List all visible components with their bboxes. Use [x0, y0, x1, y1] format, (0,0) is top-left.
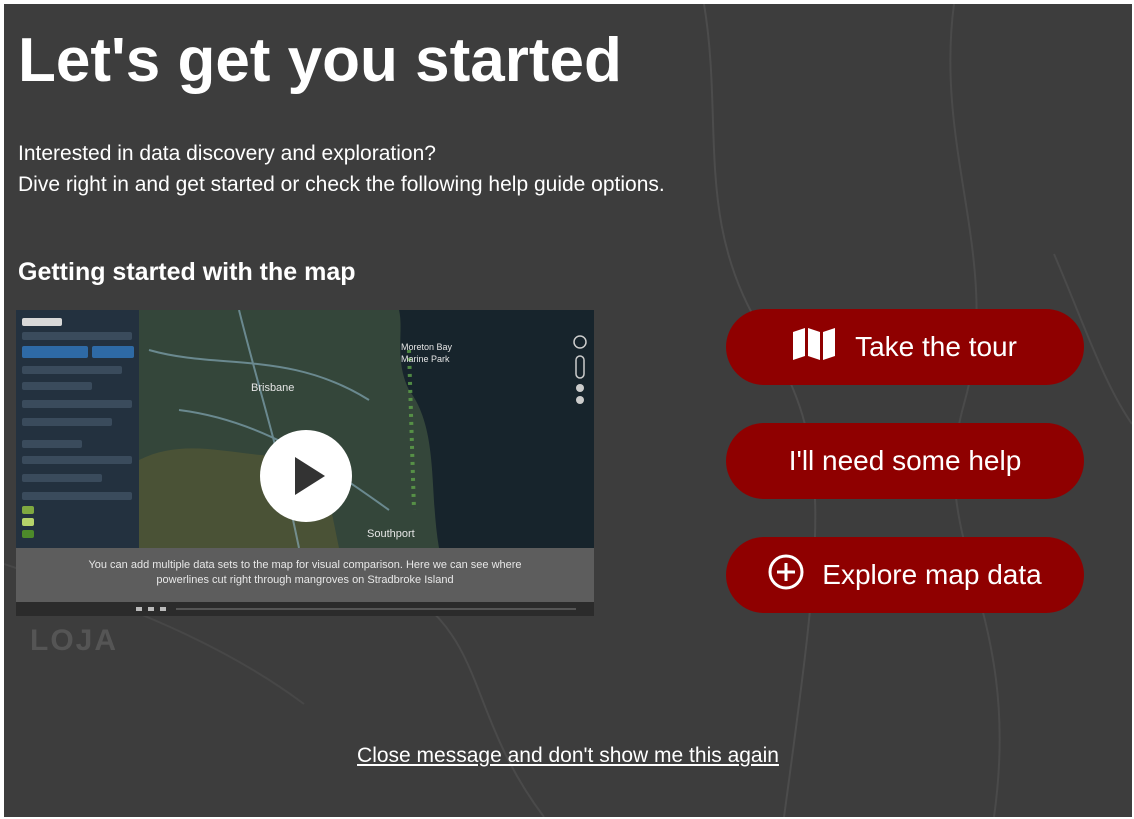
intro-line-2: Dive right in and get started or check t… [18, 173, 665, 196]
close-message-link[interactable]: Close message and don't show me this aga… [4, 744, 1132, 768]
video-map-frame: Moreton Bay Marine Park Brisbane Southpo… [139, 310, 594, 549]
intro-line-1: Interested in data discovery and explora… [18, 142, 436, 165]
getting-started-overlay: LOJA Let's get you started Interested in… [4, 4, 1132, 817]
play-video-button[interactable] [260, 430, 352, 522]
video-map-label-bay: Moreton Bay [401, 342, 453, 352]
map-icon [793, 327, 836, 367]
video-sidebar [16, 310, 139, 548]
video-map-label-city: Brisbane [251, 382, 295, 394]
background-place-label: LOJA [30, 624, 119, 657]
plus-circle-icon [768, 554, 804, 597]
section-title: Getting started with the map [18, 258, 356, 286]
video-caption: You can add multiple data sets to the ma… [16, 548, 594, 602]
video-caption-line-1: You can add multiple data sets to the ma… [88, 559, 522, 571]
video-map-zoom-controls [573, 335, 587, 404]
video-map-label-town: Southport [367, 528, 415, 540]
video-controls-bar[interactable] [16, 602, 594, 616]
video-map-label-park: Marine Park [401, 354, 450, 364]
video-map-image [139, 310, 594, 549]
explore-map-data-button[interactable]: Explore map data [726, 537, 1084, 613]
explore-map-data-label: Explore map data [822, 559, 1042, 590]
video-caption-line-2: powerlines cut right through mangroves o… [156, 574, 454, 586]
intro-text: Interested in data discovery and explora… [18, 138, 665, 200]
tutorial-video[interactable]: Moreton Bay Marine Park Brisbane Southpo… [16, 310, 594, 616]
page-title: Let's get you started [18, 26, 622, 95]
take-tour-button[interactable]: Take the tour [726, 309, 1084, 385]
take-tour-label: Take the tour [855, 331, 1017, 362]
play-icon [295, 457, 325, 495]
need-help-label: I'll need some help [788, 445, 1022, 476]
need-help-button[interactable]: I'll need some help [726, 423, 1084, 499]
